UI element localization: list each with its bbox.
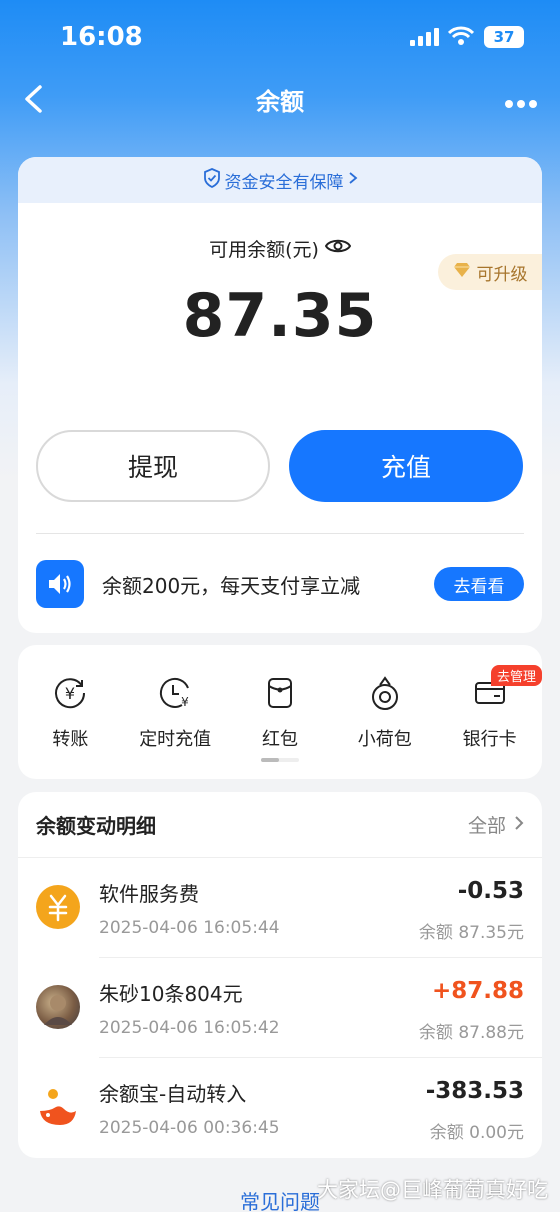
balance-amount: 87.35 [182,281,378,351]
page-indicator [261,758,299,762]
red-envelope-icon [266,675,294,711]
tool-label: 小荷包 [357,729,412,750]
divider [36,533,524,534]
balance-label: 可用余额(元) [209,239,319,261]
transaction-date: 2025-04-06 16:05:44 [99,918,280,938]
tool-label: 红包 [261,729,298,750]
transaction-row[interactable]: 余额宝-自动转入 2025-04-06 00:36:45 -383.53 余额 … [18,1058,542,1158]
wifi-icon [447,26,475,50]
tool-label: 银行卡 [462,729,517,750]
tool-scheduled-topup[interactable]: ¥ 定时充值 [123,675,228,751]
tool-bank-card[interactable]: 去管理 银行卡 [437,665,542,751]
transaction-balance: 余额 87.35元 [418,923,524,943]
diamond-icon [453,262,471,283]
promo-banner[interactable]: 余额200元，每天支付享立减 去看看 [36,559,524,609]
details-card: 余额变动明细 全部 软件服务费 2025-04-06 16:05:44 -0.5… [18,792,542,1158]
yuan-coin-avatar-icon [36,885,80,929]
promo-text: 余额200元，每天支付享立减 [102,573,361,598]
transaction-row[interactable]: 朱砂10条804元 2025-04-06 16:05:42 +87.88 余额 … [18,958,542,1058]
withdraw-button[interactable]: 提现 [36,430,270,502]
transaction-balance: 余额 87.88元 [418,1023,524,1043]
yuan-circle-icon: ¥ [53,675,87,711]
nav-bar: 余额 [0,74,560,124]
transaction-row[interactable]: 软件服务费 2025-04-06 16:05:44 -0.53 余额 87.35… [18,858,542,958]
tool-small-wallet[interactable]: 小荷包 [332,675,437,751]
battery-icon: 37 [484,26,524,48]
tool-label: 转账 [52,729,89,750]
tool-label: 定时充值 [139,729,212,750]
status-time: 16:08 [60,22,143,52]
safety-text: 资金安全有保障 [224,172,344,193]
wallet-pouch-icon [368,675,402,711]
transaction-date: 2025-04-06 16:05:42 [99,1018,280,1038]
page-title: 余额 [256,88,304,116]
topup-button[interactable]: 充值 [289,430,523,502]
eye-icon[interactable] [324,238,352,260]
details-header: 余额变动明细 全部 [18,792,542,858]
watermark: 大家坛@巨峰葡萄真好吃 [317,1178,548,1202]
cellular-signal-icon [410,28,440,50]
transaction-balance: 余额 0.00元 [429,1123,524,1143]
user-avatar [36,985,80,1029]
tool-red-envelope[interactable]: 红包 [228,675,333,751]
status-bar: 16:08 37 [0,0,560,74]
tool-transfer[interactable]: ¥ 转账 [18,675,123,751]
promo-go-button[interactable]: 去看看 [434,567,524,601]
tools-card: ¥ 转账 ¥ 定时充值 红包 小荷包 去管理 银行卡 [18,645,542,779]
transaction-name: 软件服务费 [99,882,199,906]
transaction-name: 朱砂10条804元 [99,982,243,1006]
more-dots-icon[interactable] [504,94,538,113]
svg-text:¥: ¥ [65,684,75,703]
safety-banner[interactable]: 资金安全有保障 [18,157,542,203]
transaction-amount: -383.53 [425,1078,524,1104]
transaction-amount: -0.53 [457,878,524,904]
details-title: 余额变动明细 [36,814,156,838]
chevron-right-icon [514,814,524,836]
balance-card: 资金安全有保障 可用余额(元) 可升级 87.35 提现 充值 余额200元，每… [18,157,542,633]
shield-icon [203,167,221,193]
yuebao-logo-icon [36,1085,80,1129]
clock-yuan-icon: ¥ [158,675,192,711]
transaction-amount: +87.88 [431,978,524,1004]
transaction-name: 余额宝-自动转入 [99,1082,247,1106]
details-all-link[interactable]: 全部 [468,811,524,838]
chevron-right-icon [348,170,358,190]
transaction-date: 2025-04-06 00:36:45 [99,1118,280,1138]
speaker-icon [36,560,84,608]
svg-text:¥: ¥ [181,695,189,709]
manage-tag: 去管理 [490,665,542,686]
all-label: 全部 [467,815,506,837]
